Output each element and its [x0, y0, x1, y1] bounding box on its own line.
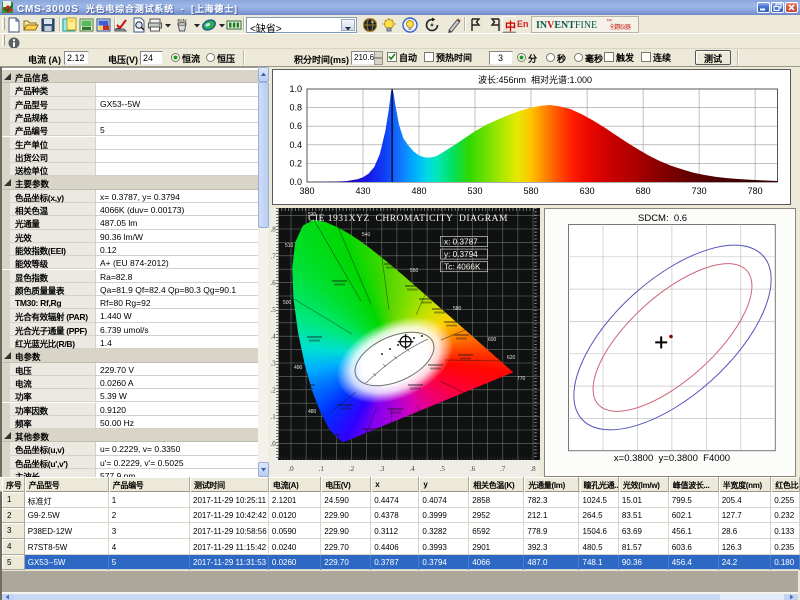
svg-text:.1: .1 [271, 413, 277, 421]
svg-text:770: 770 [517, 376, 526, 382]
svg-text:.7: .7 [271, 252, 277, 260]
svg-text:430: 430 [355, 186, 370, 196]
svg-text:680: 680 [636, 186, 651, 196]
svg-text:Tc: 4066K: Tc: 4066K [444, 263, 481, 272]
svg-text:.1: .1 [319, 465, 325, 473]
svg-text:.3: .3 [271, 360, 277, 368]
svg-text:600: 600 [488, 337, 497, 343]
svg-text:0.4: 0.4 [289, 140, 302, 150]
svg-text:y: 0.3794: y: 0.3794 [444, 250, 478, 259]
svg-text:1.0: 1.0 [289, 84, 302, 94]
svg-text:.5: .5 [271, 306, 277, 314]
svg-text:490: 490 [294, 365, 303, 371]
svg-text:.3: .3 [379, 465, 385, 473]
svg-text:480: 480 [411, 186, 426, 196]
svg-text:620: 620 [507, 355, 516, 361]
svg-text:.8: .8 [271, 226, 277, 234]
svg-text:.6: .6 [271, 279, 277, 287]
svg-text:.4: .4 [271, 333, 277, 341]
svg-text:0.8: 0.8 [289, 103, 302, 113]
svg-text:730: 730 [692, 186, 707, 196]
svg-text:580: 580 [523, 186, 538, 196]
svg-text:.2: .2 [271, 386, 277, 394]
svg-text:x=0.3800 y=0.3800 F4000: x=0.3800 y=0.3800 F4000 [614, 453, 730, 464]
svg-text:0.6: 0.6 [289, 121, 302, 131]
svg-text:.6: .6 [470, 465, 476, 473]
svg-text:560: 560 [410, 268, 419, 274]
svg-text:.8: .8 [530, 465, 536, 473]
svg-text:0.2: 0.2 [289, 158, 302, 168]
svg-text:480: 480 [308, 409, 317, 415]
svg-text:.2: .2 [349, 465, 355, 473]
svg-text:580: 580 [453, 306, 462, 312]
svg-text:.0: .0 [271, 440, 277, 448]
svg-text:780: 780 [748, 186, 763, 196]
svg-text:500: 500 [283, 300, 292, 306]
svg-text:520: 520 [308, 212, 317, 218]
svg-text:.4: .4 [409, 465, 415, 473]
svg-text:.7: .7 [500, 465, 506, 473]
svg-text:380: 380 [299, 186, 314, 196]
svg-text:630: 630 [580, 186, 595, 196]
svg-text:530: 530 [467, 186, 482, 196]
svg-text:.0: .0 [288, 465, 294, 473]
svg-text:x: 0.3787: x: 0.3787 [444, 238, 478, 247]
svg-text:.5: .5 [440, 465, 446, 473]
svg-text:510: 510 [285, 243, 294, 249]
svg-text:CIE 1931XYZ CHROMATICITY DIA: CIE 1931XYZ CHROMATICITY DIAGRAM [308, 214, 508, 224]
